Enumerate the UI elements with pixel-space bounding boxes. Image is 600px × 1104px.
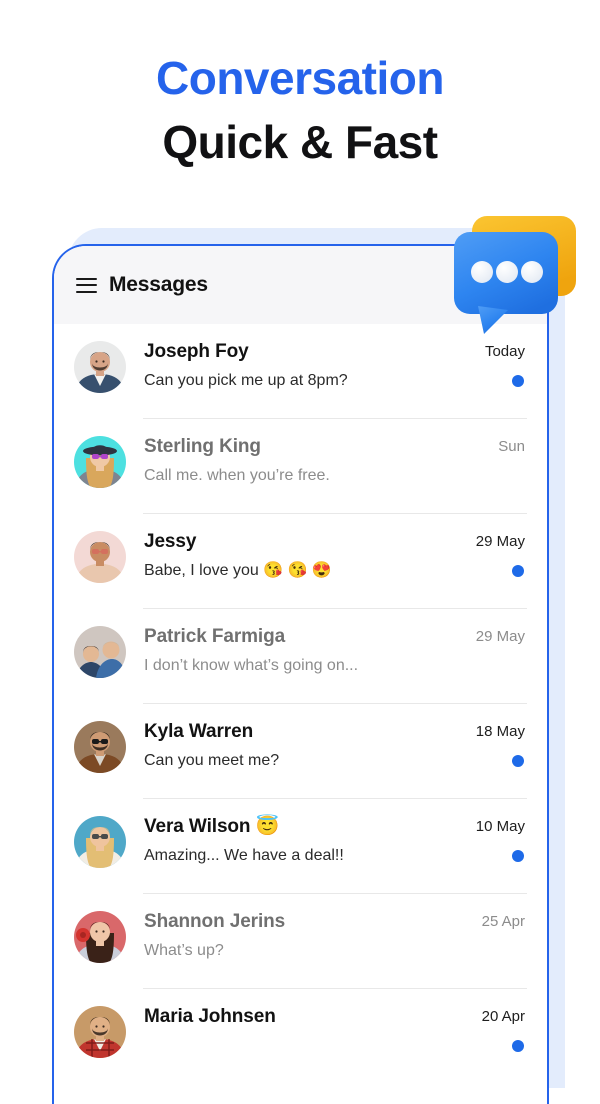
unread-indicator-dot [512,565,524,577]
phone-mockup: Messages Joseph Foy Can you pick me up at… [52,244,549,1104]
unread-indicator-dot [512,1040,524,1052]
timestamp: 10 May [475,818,525,835]
timestamp: 29 May [475,533,525,550]
contact-name: Kyla Warren [144,721,254,742]
conversation-row[interactable]: Kyla Warren Can you meet me? 18 May [54,704,547,799]
conversation-text: Jessy Babe, I love you 😘 😘 😍 [126,528,451,583]
app-header: Messages [54,246,547,324]
message-preview: Can you pick me up at 8pm? [144,372,348,389]
conversation-list: Joseph Foy Can you pick me up at 8pm? Toda… [54,324,547,1084]
contact-name: Patrick Farmiga [144,626,286,647]
conversation-row[interactable]: Sterling King Call me. when you’re free. S… [54,419,547,514]
unread-indicator-dot [512,755,524,767]
conversation-meta: 25 Apr [451,908,525,962]
timestamp: 25 Apr [481,913,525,930]
message-preview: Can you meet me? [144,752,280,769]
avatar[interactable] [74,911,126,963]
contact-name: Sterling King [144,436,261,457]
avatar[interactable] [74,721,126,773]
conversation-meta: Today [451,338,525,392]
conversation-text: Maria Johnsen [126,1003,451,1034]
conversation-meta: 29 May [451,528,525,582]
avatar[interactable] [74,341,126,393]
conversation-meta: Sun [451,433,525,487]
conversation-text: Vera Wilson 😇 Amazing... We have a deal!! [126,813,451,868]
conversation-text: Shannon Jerins What’s up? [126,908,451,963]
timestamp: 18 May [475,723,525,740]
contact-name: Vera Wilson 😇 [144,816,280,837]
conversation-text: Joseph Foy Can you pick me up at 8pm? [126,338,451,393]
timestamp: 20 Apr [481,1008,525,1025]
page-title: Messages [109,273,208,296]
avatar[interactable] [74,1006,126,1058]
contact-name: Jessy [144,531,197,552]
message-preview: Call me. when you’re free. [144,467,330,484]
conversation-text: Kyla Warren Can you meet me? [126,718,451,773]
timestamp: Today [484,343,525,360]
hamburger-menu-icon[interactable] [76,277,97,293]
conversation-meta: 20 Apr [451,1003,525,1057]
conversation-meta: 10 May [451,813,525,867]
conversation-text: Sterling King Call me. when you’re free. [126,433,451,488]
unread-indicator-dot [512,850,524,862]
avatar[interactable] [74,531,126,583]
conversation-text: Patrick Farmiga I don’t know what’s going… [126,623,451,678]
avatar[interactable] [74,436,126,488]
message-preview: I don’t know what’s going on... [144,657,359,674]
conversation-row[interactable]: Patrick Farmiga I don’t know what’s going… [54,609,547,704]
headline-secondary: Quick & Fast [162,116,438,169]
conversation-meta: 18 May [451,718,525,772]
timestamp: 29 May [475,628,525,645]
conversation-row[interactable]: Vera Wilson 😇 Amazing... We have a deal!!… [54,799,547,894]
contact-name: Joseph Foy [144,341,249,362]
contact-name: Maria Johnsen [144,1006,276,1027]
message-preview: Amazing... We have a deal!! [144,847,344,864]
conversation-row[interactable]: Jessy Babe, I love you 😘 😘 😍 29 May [54,514,547,609]
conversation-row[interactable]: Maria Johnsen 20 Apr [54,989,547,1084]
message-preview: Babe, I love you 😘 😘 😍 [144,562,332,579]
promo-headings: Conversation Quick & Fast [0,0,600,167]
unread-indicator-dot [512,375,524,387]
avatar[interactable] [74,816,126,868]
conversation-meta: 29 May [451,623,525,677]
message-preview: What’s up? [144,942,224,959]
timestamp: Sun [498,438,525,455]
contact-name: Shannon Jerins [144,911,286,932]
conversation-row[interactable]: Joseph Foy Can you pick me up at 8pm? Toda… [54,324,547,419]
avatar[interactable] [74,626,126,678]
headline-primary: Conversation [156,52,444,104]
conversation-row[interactable]: Shannon Jerins What’s up? 25 Apr [54,894,547,989]
